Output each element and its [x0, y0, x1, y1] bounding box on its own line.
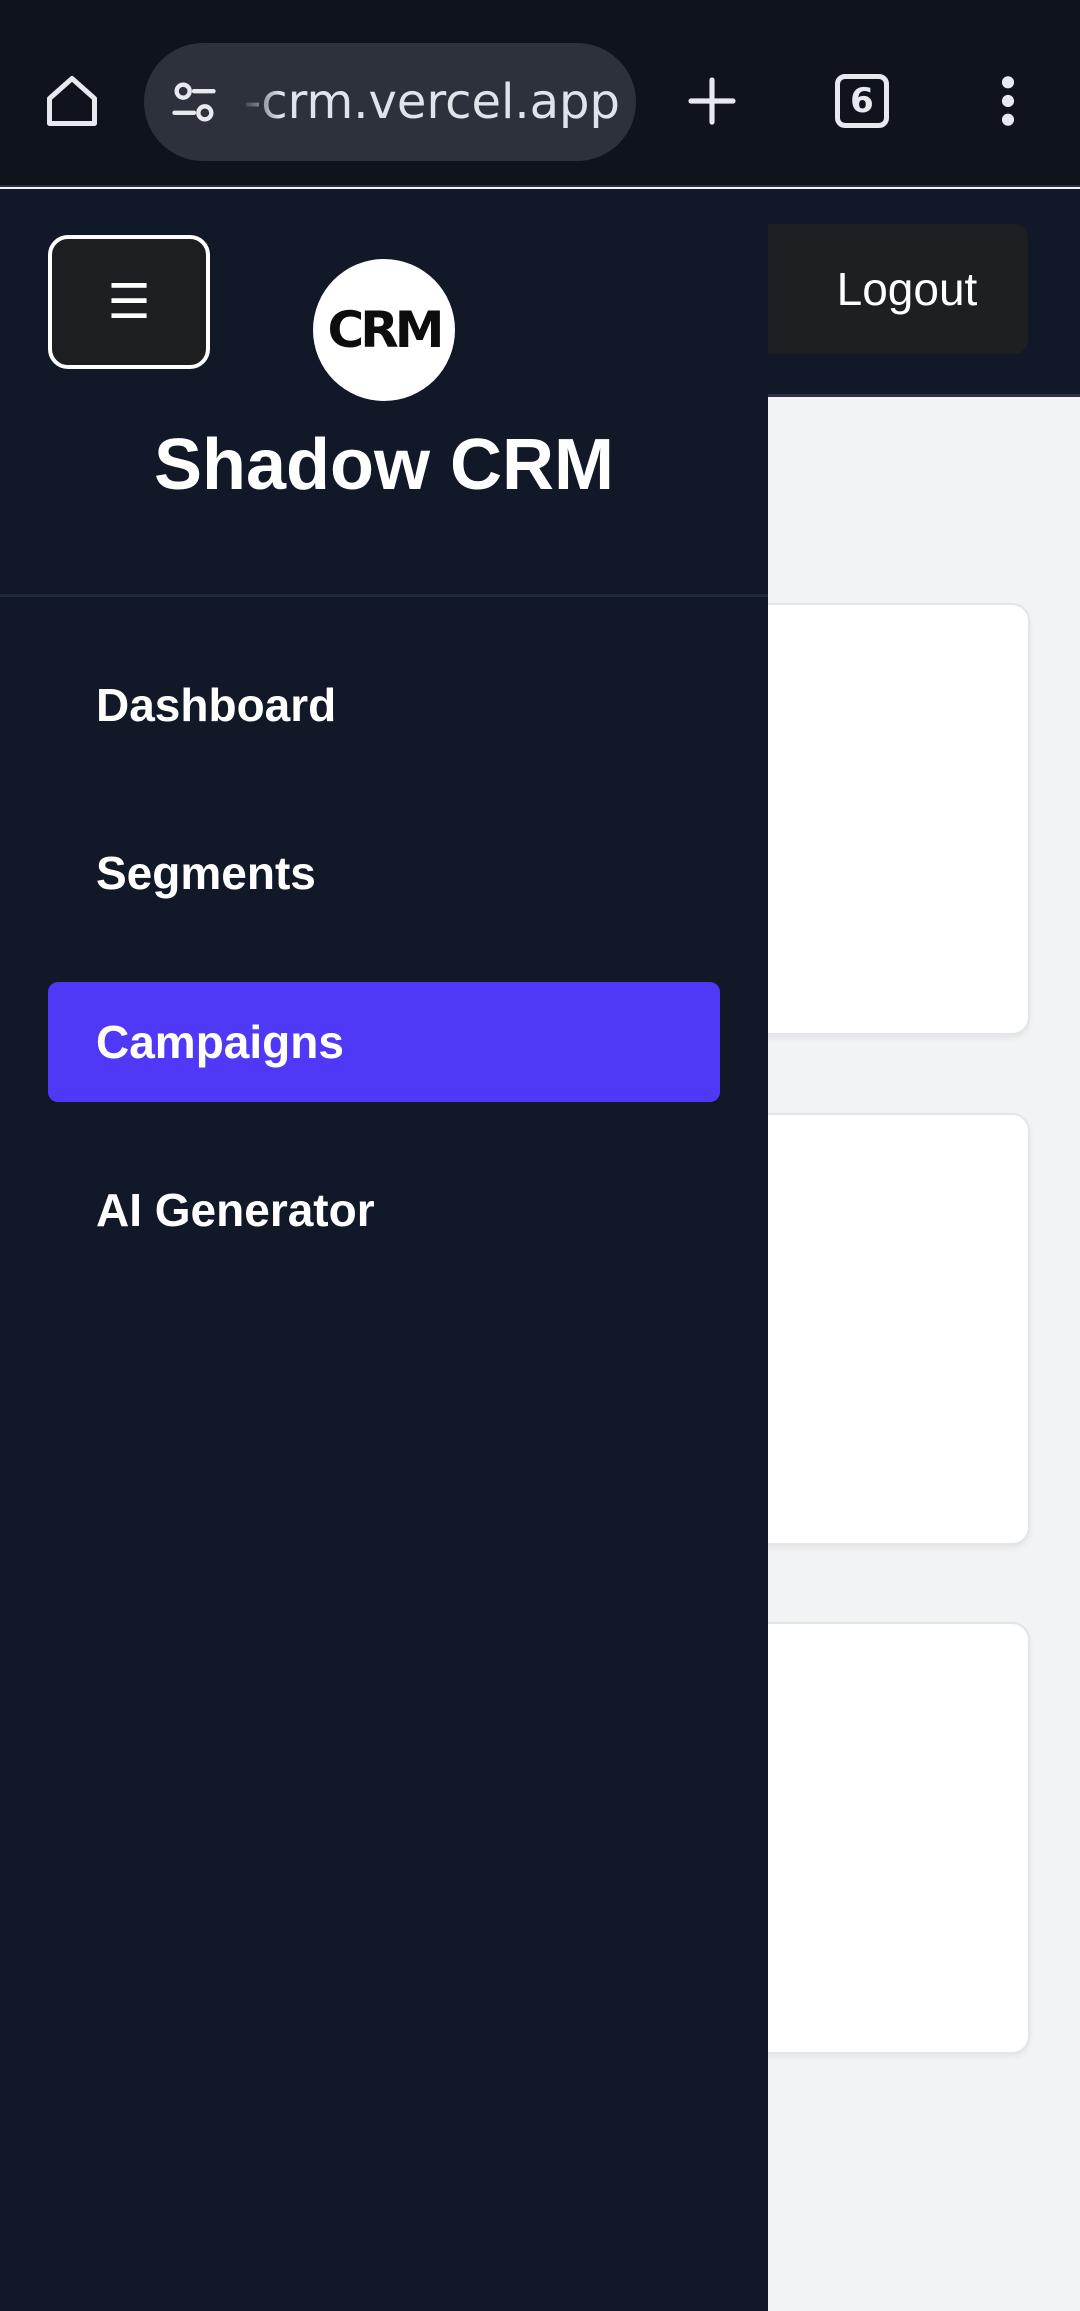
logo-text: CRM: [327, 301, 445, 359]
browser-toolbar: shadow-crm.vercel.app 6: [0, 0, 1080, 187]
brand-title: Shadow CRM: [154, 425, 614, 505]
sidebar-drawer: ☰ CRM Shadow CRM Dashboard Segments Camp…: [0, 189, 768, 2311]
menu-toggle-button[interactable]: ☰: [48, 235, 210, 369]
sidebar-item-ai-generator[interactable]: AI Generator: [48, 1150, 720, 1270]
site-settings-icon[interactable]: [164, 72, 224, 132]
tab-switcher-icon: 6: [835, 74, 889, 128]
url-text: shadow-crm.vercel.app: [240, 74, 620, 130]
divider: [0, 594, 768, 597]
url-fade: [240, 43, 280, 161]
brand-logo: CRM: [313, 259, 455, 401]
sidebar-item-dashboard[interactable]: Dashboard: [48, 645, 720, 765]
hamburger-icon: ☰: [107, 274, 151, 330]
home-button[interactable]: [36, 65, 108, 137]
more-options-button[interactable]: [972, 65, 1044, 137]
home-icon: [47, 76, 97, 126]
sidebar-item-segments[interactable]: Segments: [48, 813, 720, 933]
logout-button[interactable]: Logout: [752, 224, 1028, 354]
more-vert-icon: [1001, 76, 1015, 126]
address-bar[interactable]: shadow-crm.vercel.app: [144, 43, 636, 161]
new-tab-button[interactable]: [676, 65, 748, 137]
plus-icon: [688, 77, 736, 125]
tab-switcher-button[interactable]: 6: [826, 65, 898, 137]
sidebar-item-campaigns[interactable]: Campaigns: [48, 982, 720, 1102]
